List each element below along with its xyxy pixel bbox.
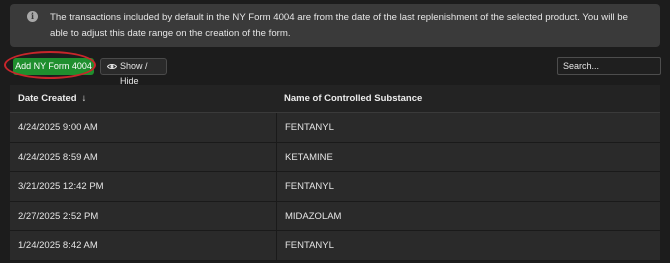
column-header-date-created[interactable]: Date Created ↓ xyxy=(10,85,276,112)
sort-descending-icon: ↓ xyxy=(81,93,87,104)
controlled-substance-cell: MIDAZOLAM xyxy=(276,201,660,230)
date-created-cell: 3/21/2025 12:42 PM xyxy=(18,181,104,192)
table-body: 4/24/2025 9:00 AM FENTANYL 4/24/2025 8:59 … xyxy=(10,113,660,261)
table-row[interactable]: 2/27/2025 2:52 PM MIDAZOLAM xyxy=(10,201,660,231)
table-row[interactable]: 4/24/2025 9:00 AM FENTANYL xyxy=(10,113,660,143)
table-row[interactable]: 3/21/2025 12:42 PM FENTANYL xyxy=(10,172,660,202)
notice-text: The transactions included by default in … xyxy=(50,12,628,39)
date-created-cell: 2/27/2025 2:52 PM xyxy=(18,210,99,222)
controlled-substance-cell: FENTANYL xyxy=(276,231,660,260)
controlled-substance-cell: FENTANYL xyxy=(276,113,660,142)
date-created-cell: 4/24/2025 8:59 AM xyxy=(18,151,98,163)
show-hide-label: Show / Hide xyxy=(120,61,148,86)
table-row[interactable]: 1/24/2025 8:42 AM FENTANYL xyxy=(10,231,660,261)
info-notice: i The transactions included by default i… xyxy=(10,4,660,47)
add-ny-form-4004-button[interactable]: Add NY Form 4004 xyxy=(13,58,94,75)
date-created-cell: 4/24/2025 9:00 AM xyxy=(18,122,98,133)
date-created-cell: 1/24/2025 8:42 AM xyxy=(18,240,98,251)
transactions-table: Date Created ↓ Name of Controlled Substan… xyxy=(10,85,660,261)
info-icon: i xyxy=(27,11,38,22)
show-hide-button[interactable]: Show / Hide xyxy=(100,58,167,86)
search-input[interactable] xyxy=(557,57,661,75)
controlled-substance-cell: KETAMINE xyxy=(276,142,660,171)
controlled-substance-cell: FENTANYL xyxy=(276,172,660,201)
column-header-controlled-substance[interactable]: Name of Controlled Substance xyxy=(276,85,660,112)
eye-icon xyxy=(107,63,117,70)
table-header: Date Created ↓ Name of Controlled Substan… xyxy=(10,85,660,113)
table-row[interactable]: 4/24/2025 8:59 AM KETAMINE xyxy=(10,142,660,172)
